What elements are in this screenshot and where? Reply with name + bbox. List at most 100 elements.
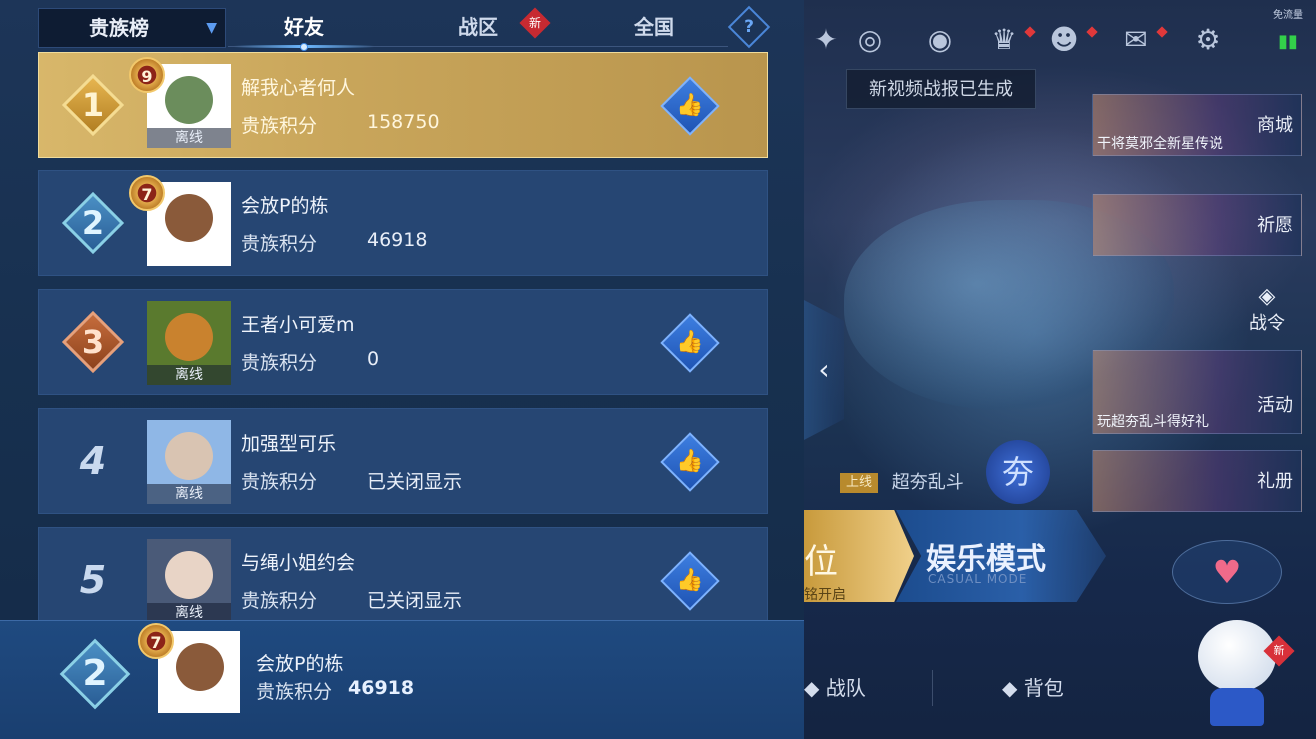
casual-mode-button[interactable]: 娱乐模式 CASUAL MODE [896,510,1106,602]
mascot-body [1210,688,1264,726]
avatar-image [165,313,213,361]
thumbs-up-icon: 👍 [676,568,704,593]
tab-war-zone-label: 战区 [458,15,498,39]
ranking-row[interactable]: 3 离线 王者小可爱m 贵族积分 0 👍 [38,289,768,395]
score-label: 贵族积分 [241,352,318,374]
target-icon[interactable]: ◎ [850,20,890,60]
wish-card[interactable]: 祈愿 [1092,194,1302,256]
offline-label: 离线 [147,484,231,504]
eye-icon[interactable]: ◉ [920,20,960,60]
ranking-row[interactable]: 5 离线 与绳小姐约会 贵族积分 已关闭显示 👍 [38,527,768,633]
help-button[interactable]: ? [727,5,771,49]
ranked-mode-button[interactable]: 位 铭开启 [804,510,914,602]
network-status: 免流量 ▮▮ [1266,6,1310,52]
player-name: 王者小可爱m [241,314,355,336]
tab-nationwide-label: 全国 [634,15,674,39]
player-name: 与绳小姐约会 [241,552,356,574]
avatar[interactable]: 离线 [147,420,231,504]
battle-pass-button[interactable]: ◈ 战令 [1242,284,1292,335]
event-tag: 上线 [840,473,879,493]
avatar-image [165,194,213,242]
tab-nationwide[interactable]: 全国 [594,8,714,48]
shop-caption: 干将莫邪全新星传说 [1097,136,1223,152]
new-badge: 新 [519,7,551,39]
avatar[interactable]: 离线 [147,301,231,385]
notification-dot [1086,26,1098,38]
my-score-value: 46918 [348,677,415,699]
mascot-head [1198,620,1276,692]
offline-label: 离线 [147,128,231,148]
thumbs-up-icon: 👍 [676,330,704,355]
mail-icon[interactable]: ✉ [1116,20,1156,60]
my-noble-level-badge: 7 [138,623,174,659]
friends-icon[interactable]: ☻ [1044,20,1084,60]
video-report-toast[interactable]: 新视频战报已生成 [846,69,1036,109]
ranked-mode-label: 位 [804,542,838,582]
gear-icon[interactable]: ⚙ [1188,20,1228,60]
like-button[interactable]: 👍 [660,551,720,611]
emblem-icon[interactable]: ✦ [806,20,846,60]
ranked-mode-sub: 铭开启 [804,587,846,603]
avatar-image [176,643,224,691]
ranking-row[interactable]: 1 离线 9 解我心者何人 贵族积分 158750 👍 [38,52,768,158]
event-caption: 玩超夯乱斗得好礼 [1097,414,1209,430]
notification-dot [1156,26,1168,38]
wish-label: 祈愿 [1257,215,1293,236]
new-badge: 新 [1263,635,1295,667]
score-value: 已关闭显示 [367,590,463,612]
tab-friends[interactable]: 好友 [234,8,374,51]
noble-ranking-panel: 贵族榜 ▼ 好友 战区 新 全国 ? 1 离线 9 解我心者何人 贵族积分 15… [0,0,804,739]
rank-emblem: 1 [61,73,125,137]
avatar-image [165,551,213,599]
like-button[interactable]: 👍 [660,432,720,492]
ranking-type-label: 贵族榜 [89,16,149,40]
my-player-name: 会放P的栋 [256,653,344,675]
score-label: 贵族积分 [241,590,318,612]
heart-icon: ♥ [1172,540,1282,604]
avatar-image [165,76,213,124]
question-icon: ? [744,17,754,37]
collapse-panel-button[interactable]: ‹ [804,300,844,440]
offline-label: 离线 [147,365,231,385]
shop-label: 商城 [1257,115,1293,136]
player-name: 解我心者何人 [241,77,356,99]
ranking-row[interactable]: 2 7 会放P的栋 贵族积分 46918 [38,170,768,276]
event-label: 活动 [1257,395,1293,416]
score-value: 已关闭显示 [367,471,463,493]
ranking-type-select[interactable]: 贵族榜 ▼ [38,8,226,48]
game-lobby-background: ✦ ◎ ◉ ♛ ☻ ✉ ⚙ 免流量 ▮▮ 新视频战报已生成 商城 干将莫邪全新星… [804,0,1316,739]
score-value: 46918 [367,229,428,251]
network-label: 免流量 [1273,10,1303,21]
score-label: 贵族积分 [241,115,318,137]
rank-emblem: 3 [61,310,125,374]
rank-number: 5 [79,558,107,602]
tab-war-zone[interactable]: 战区 [418,8,538,48]
avatar[interactable]: 离线 [147,539,231,623]
like-button[interactable]: 👍 [660,313,720,373]
team-button[interactable]: ◆ 战队 [804,668,866,708]
player-name: 会放P的栋 [241,195,329,217]
wifi-icon: ▮▮ [1278,31,1298,52]
event-card[interactable]: 活动 玩超夯乱斗得好礼 [1092,350,1302,434]
like-button[interactable]: 👍 [660,76,720,136]
tab-friends-label: 好友 [284,15,324,39]
score-value: 0 [367,348,380,370]
chevron-left-icon: ‹ [818,353,830,386]
trophy-icon[interactable]: ♛ [984,20,1024,60]
event-name: 超夯乱斗 [891,472,964,493]
my-ranking-bar: 2 7 会放P的栋 贵族积分 46918 [0,620,804,739]
ranking-row[interactable]: 4 离线 加强型可乐 贵族积分 已关闭显示 👍 [38,408,768,514]
my-rank-emblem: 2 [58,637,132,711]
ranking-tab-bar: 贵族榜 ▼ 好友 战区 新 全国 ? [38,5,771,51]
rank-number: 1 [81,86,105,124]
team-label: 战队 [825,676,866,700]
bag-button[interactable]: ◆ 背包 [1002,668,1064,708]
noble-level-badge: 9 [129,57,165,93]
rank-emblem: 2 [61,191,125,255]
notification-dot [1024,26,1036,38]
assistant-mascot[interactable]: ♥ 新 [1172,540,1304,730]
gift-book-card[interactable]: 礼册 [1092,450,1302,512]
bag-label: 背包 [1023,676,1064,700]
shop-card[interactable]: 商城 干将莫邪全新星传说 [1092,94,1302,156]
event-emblem[interactable]: 夯 [986,440,1050,504]
